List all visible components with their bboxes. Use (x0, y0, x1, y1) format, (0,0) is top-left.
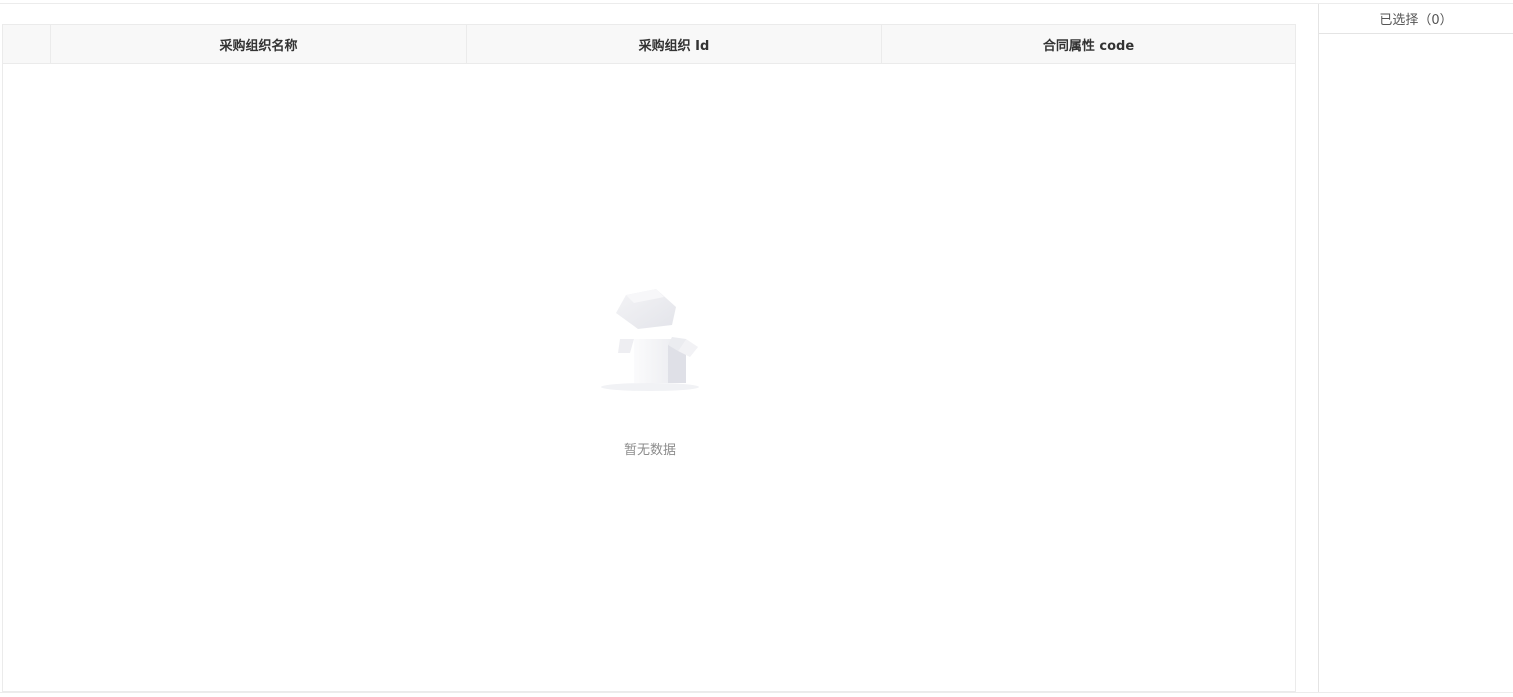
column-header-org-name[interactable]: 采购组织名称 (51, 25, 467, 63)
selected-panel-title: 已选择（0） (1319, 4, 1513, 34)
column-header-org-id[interactable]: 采购组织 Id (467, 25, 882, 63)
empty-text: 暂无数据 (623, 443, 676, 458)
column-header-contract-code[interactable]: 合同属性 code (882, 25, 1295, 63)
empty-state: 暂无数据 (583, 287, 717, 458)
empty-box-icon (601, 289, 699, 391)
column-header-select[interactable] (3, 25, 51, 63)
bottom-divider (0, 692, 1513, 693)
top-divider (0, 3, 1513, 4)
selected-panel: 已选择（0） (1318, 4, 1513, 692)
data-table: 采购组织名称 采购组织 Id 合同属性 code 暂无数据 (2, 24, 1296, 692)
table-header: 采购组织名称 采购组织 Id 合同属性 code (3, 25, 1295, 64)
